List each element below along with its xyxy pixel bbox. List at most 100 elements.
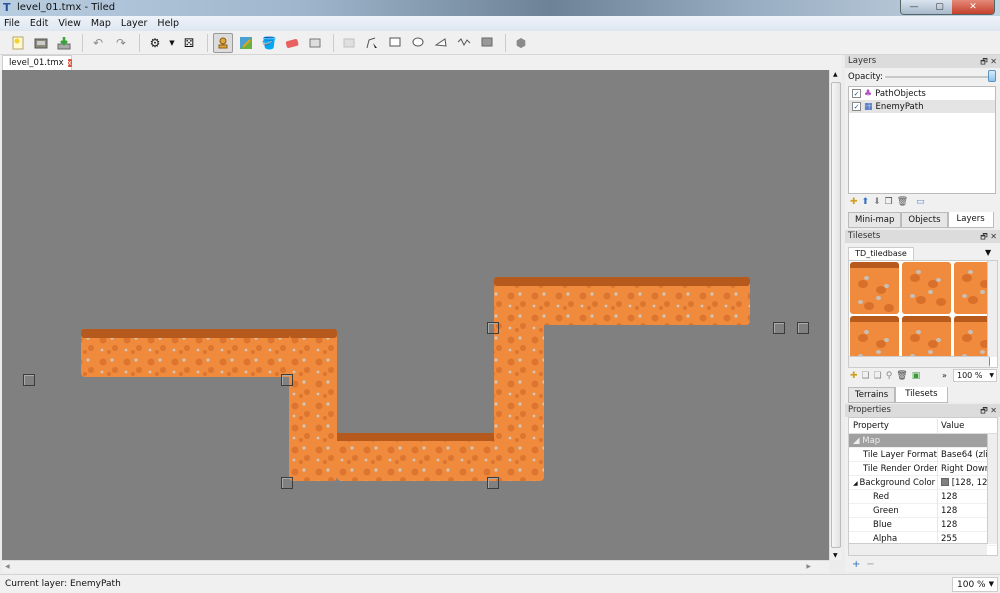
select-objects-icon[interactable] <box>339 33 359 53</box>
edit-terrain-icon[interactable]: ▣ <box>912 371 921 381</box>
menu-help[interactable]: Help <box>157 18 179 29</box>
property-row[interactable]: Tile Layer Format Base64 (zlib <box>849 447 997 462</box>
property-row[interactable]: ◢ Background Color [128, 128 <box>849 475 997 490</box>
command-dropdown-icon[interactable]: ▼ <box>168 33 176 53</box>
lower-layer-icon[interactable]: ⬇ <box>873 197 881 207</box>
column-header-value[interactable]: Value <box>937 418 987 433</box>
scroll-up-icon[interactable]: ▲ <box>833 71 838 78</box>
path-object-marker[interactable] <box>487 322 499 334</box>
tileset-horizontal-scrollbar[interactable] <box>849 356 989 367</box>
edit-polygons-icon[interactable] <box>362 33 382 53</box>
path-object-marker[interactable] <box>487 477 499 489</box>
property-row[interactable]: Blue 128 <box>849 517 997 532</box>
document-tab[interactable]: level_01.tmx x <box>2 55 72 70</box>
close-button[interactable]: ✕ <box>952 0 994 14</box>
menu-view[interactable]: View <box>58 18 81 29</box>
tileset-view[interactable] <box>848 260 998 368</box>
layer-visibility-checkbox[interactable]: ✓ <box>852 89 861 98</box>
insert-polyline-icon[interactable] <box>454 33 474 53</box>
duplicate-layer-icon[interactable]: ❐ <box>885 197 893 207</box>
scroll-down-icon[interactable]: ▼ <box>833 552 838 559</box>
map-zoom-select[interactable]: 100 % ▼ <box>952 577 998 592</box>
new-layer-icon[interactable]: ✚ <box>850 197 858 207</box>
panel-float-close-icon[interactable]: 🗗 ✕ <box>980 55 997 68</box>
menu-layer[interactable]: Layer <box>121 18 148 29</box>
insert-polygon-icon[interactable] <box>431 33 451 53</box>
map-canvas[interactable] <box>2 70 829 560</box>
add-property-icon[interactable]: + <box>852 559 860 570</box>
property-value[interactable]: Right Down <box>937 461 987 476</box>
menu-file[interactable]: File <box>4 18 20 29</box>
layer-row-selected[interactable]: ✓ ▦ EnemyPath <box>849 100 995 113</box>
commands-icon[interactable]: ⚙ <box>145 33 165 53</box>
insert-rectangle-icon[interactable] <box>385 33 405 53</box>
color-swatch[interactable] <box>941 478 949 486</box>
delete-tileset-icon[interactable]: 🗑 <box>896 371 907 381</box>
layer-visibility-checkbox[interactable]: ✓ <box>852 102 861 111</box>
layer-properties-icon[interactable]: ▭ <box>916 197 925 207</box>
tab-mini-map[interactable]: Mini-map <box>848 212 902 228</box>
layer-row[interactable]: ✓ ♣ PathObjects <box>849 87 995 100</box>
opacity-slider-handle[interactable] <box>988 70 996 82</box>
minimize-button[interactable]: — <box>901 0 927 14</box>
terrain-brush-icon[interactable] <box>236 33 256 53</box>
properties-horizontal-scrollbar[interactable] <box>849 543 987 555</box>
canvas-vertical-scrollbar[interactable]: ▲ ▼ <box>829 70 841 560</box>
remove-property-icon[interactable]: − <box>866 559 874 570</box>
tab-terrains[interactable]: Terrains <box>848 387 896 403</box>
more-options-icon[interactable]: » <box>942 371 947 380</box>
property-row[interactable]: Tile Render Order Right Down <box>849 461 997 476</box>
maximize-button[interactable]: ▢ <box>927 0 952 14</box>
redo-icon[interactable]: ↷ <box>111 33 131 53</box>
property-section-map[interactable]: ◢ Map <box>849 434 997 448</box>
tab-tilesets[interactable]: Tilesets <box>895 387 948 403</box>
path-object-marker[interactable] <box>797 322 809 334</box>
property-value[interactable]: [128, 128 <box>952 478 987 488</box>
vertical-scroll-thumb[interactable] <box>831 82 841 548</box>
save-icon[interactable] <box>54 33 74 53</box>
panel-float-close-icon[interactable]: 🗗 ✕ <box>980 404 997 417</box>
undo-icon[interactable]: ↶ <box>88 33 108 53</box>
property-value[interactable]: Base64 (zlib <box>937 447 987 462</box>
insert-ellipse-icon[interactable] <box>408 33 428 53</box>
open-file-icon[interactable] <box>31 33 51 53</box>
path-object-marker[interactable] <box>281 374 293 386</box>
tab-objects[interactable]: Objects <box>901 212 948 228</box>
property-row[interactable]: Green 128 <box>849 503 997 518</box>
tileset-zoom-select[interactable]: 100 % ▼ <box>953 369 997 382</box>
stamp-brush-icon[interactable] <box>213 32 233 53</box>
import-tileset-icon[interactable]: ❏ <box>862 371 870 381</box>
insert-tile-icon[interactable] <box>477 33 497 53</box>
tab-layers[interactable]: Layers <box>947 212 994 228</box>
path-object-marker[interactable] <box>773 322 785 334</box>
property-value[interactable]: 128 <box>937 489 987 504</box>
bucket-fill-icon[interactable]: 🪣 <box>259 33 279 53</box>
scroll-left-icon[interactable]: ◀ <box>5 563 10 570</box>
column-header-property[interactable]: Property <box>849 421 937 431</box>
tileset-properties-icon[interactable]: ⚲ <box>886 371 893 381</box>
tileset-tile[interactable] <box>850 262 899 314</box>
path-object-marker[interactable] <box>23 374 35 386</box>
panel-float-close-icon[interactable]: 🗗 ✕ <box>980 230 997 243</box>
new-tileset-icon[interactable]: ✚ <box>850 371 858 381</box>
scroll-right-icon[interactable]: ▶ <box>806 563 811 570</box>
canvas-horizontal-scrollbar[interactable]: ◀ ▶ <box>2 560 829 573</box>
export-tileset-icon[interactable]: ❏ <box>874 371 882 381</box>
raise-layer-icon[interactable]: ⬆ <box>862 197 870 207</box>
tileset-tile[interactable] <box>954 262 990 314</box>
eraser-icon[interactable] <box>282 33 302 53</box>
path-object-marker[interactable] <box>281 477 293 489</box>
menu-edit[interactable]: Edit <box>30 18 48 29</box>
property-row[interactable]: Red 128 <box>849 489 997 504</box>
menu-map[interactable]: Map <box>91 18 111 29</box>
random-mode-icon[interactable]: ⚄ <box>179 33 199 53</box>
property-value[interactable]: 128 <box>937 517 987 532</box>
close-tab-icon[interactable]: x <box>67 59 72 67</box>
properties-vertical-scrollbar[interactable] <box>987 434 997 544</box>
tileset-vertical-scrollbar[interactable] <box>987 261 997 357</box>
tileset-tile[interactable] <box>902 262 951 314</box>
opacity-slider[interactable] <box>885 76 993 78</box>
new-file-icon[interactable] <box>8 33 28 53</box>
terrain-icon[interactable]: ⬢ <box>511 33 531 53</box>
property-value[interactable]: 128 <box>937 503 987 518</box>
